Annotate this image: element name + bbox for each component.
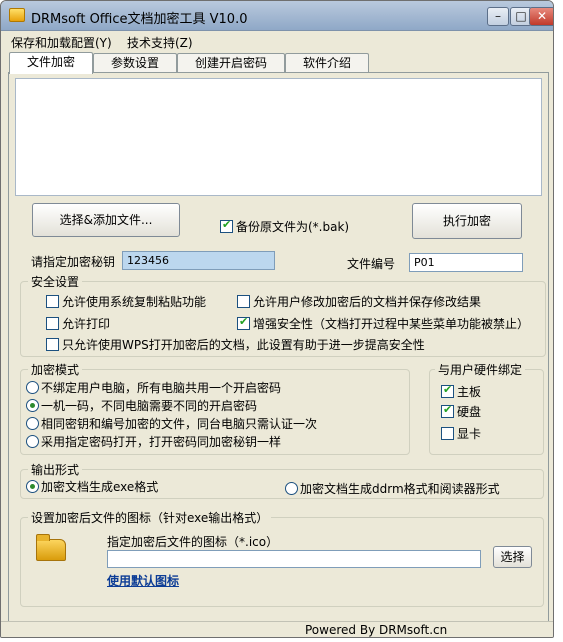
allow-copy-checkbox[interactable] bbox=[46, 295, 59, 308]
select-add-files-button[interactable]: 选择&添加文件... bbox=[32, 203, 180, 237]
window-title: DRMsoft Office文档加密工具 V10.0 bbox=[31, 12, 248, 27]
main-window: DRMsoft Office文档加密工具 V10.0 – □ ✕ 保存和加载配置… bbox=[0, 0, 554, 638]
file-number-label: 文件编号 bbox=[347, 257, 396, 271]
tab-params[interactable]: 参数设置 bbox=[93, 53, 177, 73]
output-title: 输出形式 bbox=[28, 461, 83, 478]
backup-checkbox[interactable] bbox=[220, 218, 233, 233]
bind-disk-checkbox[interactable] bbox=[441, 403, 454, 418]
menu-bar: 保存和加载配置(Y) 技术支持(Z) bbox=[1, 32, 553, 50]
enhance-security-label: 增强安全性（文档打开过程中某些菜单功能被禁止） bbox=[253, 317, 530, 331]
file-list-box[interactable] bbox=[15, 78, 542, 196]
allow-print-checkbox[interactable] bbox=[46, 317, 59, 330]
bind-disk-label: 硬盘 bbox=[457, 405, 482, 419]
key-input[interactable]: 123456 bbox=[122, 251, 275, 270]
menu-support[interactable]: 技术支持(Z) bbox=[127, 34, 193, 51]
mode-unbound-label: 不绑定用户电脑，所有电脑共用一个开启密码 bbox=[41, 381, 282, 395]
execute-encrypt-button[interactable]: 执行加密 bbox=[412, 203, 522, 239]
mode-same-key-label: 相同密钥和编号加密的文件，同台电脑只需认证一次 bbox=[41, 417, 318, 431]
wps-only-label: 只允许使用WPS打开加密后的文档，此设置有助于进一步提高安全性 bbox=[62, 338, 425, 352]
bind-gpu-checkbox[interactable] bbox=[441, 427, 454, 440]
mode-password-radio[interactable] bbox=[26, 435, 39, 448]
browse-icon-button[interactable]: 选择 bbox=[493, 546, 532, 568]
app-folder-icon bbox=[9, 8, 25, 22]
status-bar: Powered By DRMsoft.cn bbox=[1, 621, 553, 637]
output-exe-radio[interactable] bbox=[26, 480, 39, 493]
icon-section-title: 设置加密后文件的图标（针对exe输出格式） bbox=[28, 509, 272, 526]
wps-only-checkbox[interactable] bbox=[46, 338, 59, 351]
key-label: 请指定加密秘钥 bbox=[31, 255, 116, 269]
enhance-security-checkbox[interactable] bbox=[237, 315, 250, 330]
backup-label: 备份原文件为(*.bak) bbox=[236, 220, 350, 234]
bind-motherboard-label: 主板 bbox=[457, 385, 482, 399]
icon-path-input[interactable] bbox=[107, 550, 481, 568]
mode-unbound-radio[interactable] bbox=[26, 381, 39, 394]
allow-print-label: 允许打印 bbox=[62, 317, 111, 331]
bind-motherboard-checkbox[interactable] bbox=[441, 383, 454, 398]
mode-title: 加密模式 bbox=[28, 361, 83, 378]
mode-same-key-radio[interactable] bbox=[26, 417, 39, 430]
allow-modify-label: 允许用户修改加密后的文档并保存修改结果 bbox=[253, 295, 482, 309]
use-default-icon-link[interactable]: 使用默认图标 bbox=[107, 572, 179, 589]
title-bar[interactable]: DRMsoft Office文档加密工具 V10.0 – □ ✕ bbox=[1, 1, 553, 31]
mode-password-label: 采用指定密码打开，打开密码同加密秘钥一样 bbox=[41, 435, 282, 449]
close-icon[interactable]: ✕ bbox=[529, 7, 553, 26]
tab-content: 选择&添加文件... 备份原文件为(*.bak) 执行加密 请指定加密秘钥 12… bbox=[8, 72, 549, 624]
file-number-input[interactable]: P01 bbox=[409, 253, 523, 272]
icon-path-label: 指定加密后文件的图标（*.ico） bbox=[107, 535, 279, 549]
mode-per-machine-label: 一机一码，不同电脑需要不同的开启密码 bbox=[41, 399, 258, 413]
security-title: 安全设置 bbox=[28, 273, 83, 290]
menu-config[interactable]: 保存和加载配置(Y) bbox=[11, 34, 112, 51]
allow-modify-checkbox[interactable] bbox=[237, 295, 250, 308]
allow-copy-label: 允许使用系统复制粘贴功能 bbox=[62, 295, 207, 309]
mode-per-machine-radio[interactable] bbox=[26, 399, 39, 412]
folder-icon bbox=[36, 534, 66, 561]
output-ddrm-radio[interactable] bbox=[285, 482, 298, 495]
tab-about[interactable]: 软件介绍 bbox=[285, 53, 369, 73]
output-ddrm-label: 加密文档生成ddrm格式和阅读器形式 bbox=[300, 482, 500, 496]
hardware-title: 与用户硬件绑定 bbox=[435, 361, 526, 378]
status-text: Powered By DRMsoft.cn bbox=[305, 623, 448, 637]
minimize-icon[interactable]: – bbox=[487, 7, 509, 26]
tab-file-encrypt[interactable]: 文件加密 bbox=[9, 52, 93, 74]
output-exe-label: 加密文档生成exe格式 bbox=[41, 480, 159, 494]
tab-create-password[interactable]: 创建开启密码 bbox=[177, 53, 285, 73]
bind-gpu-label: 显卡 bbox=[457, 427, 482, 441]
